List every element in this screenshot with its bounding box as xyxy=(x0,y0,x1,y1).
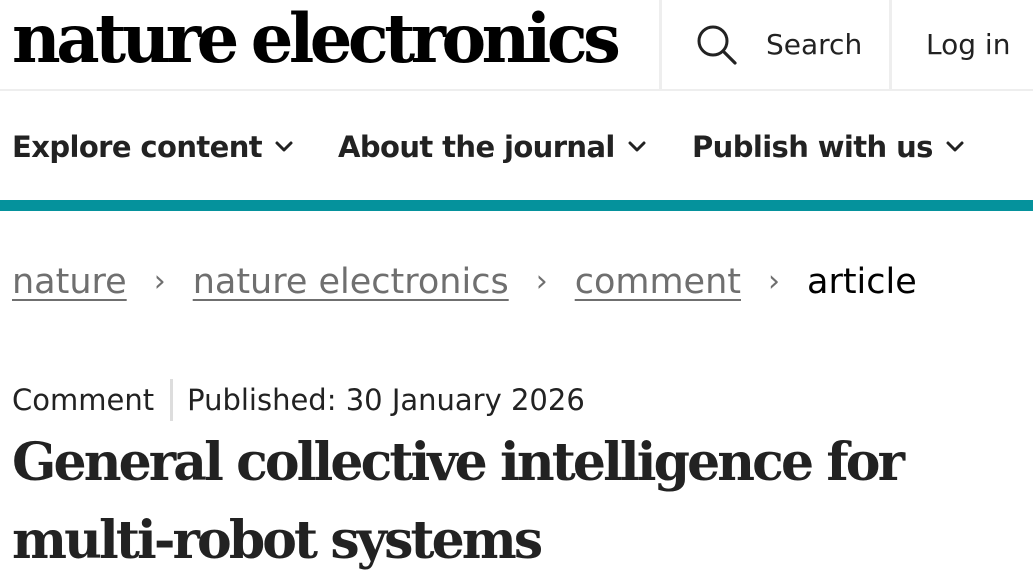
breadcrumb-link-comment[interactable]: comment xyxy=(575,262,741,302)
breadcrumb: nature › nature electronics › comment › … xyxy=(12,258,917,306)
article-type: Comment xyxy=(12,383,155,417)
main-nav: Explore content About the journal Publis… xyxy=(0,93,1033,201)
breadcrumb-current: article xyxy=(807,262,917,302)
nav-accent-bar xyxy=(0,200,1033,211)
login-label: Log in xyxy=(926,28,1011,61)
header-divider xyxy=(889,0,892,91)
nav-about-the-journal[interactable]: About the journal xyxy=(338,130,647,164)
search-label: Search xyxy=(766,28,863,61)
article-title: General collective intelligence for mult… xyxy=(12,424,1022,580)
breadcrumb-link-nature-electronics[interactable]: nature electronics xyxy=(193,262,509,302)
search-button[interactable]: Search xyxy=(663,0,890,89)
login-link[interactable]: Log in xyxy=(893,0,1033,89)
search-icon xyxy=(696,24,738,66)
article-title-line: General collective intelligence for xyxy=(12,432,905,493)
chevron-down-icon xyxy=(627,140,647,154)
breadcrumb-separator: › xyxy=(768,263,780,299)
nav-explore-content[interactable]: Explore content xyxy=(12,130,294,164)
header-divider xyxy=(659,0,662,91)
meta-divider xyxy=(170,379,174,421)
site-header: nature electronics Search Log in xyxy=(0,0,1033,91)
breadcrumb-link-nature[interactable]: nature xyxy=(12,262,127,302)
nav-label: Explore content xyxy=(12,130,263,164)
nav-label: Publish with us xyxy=(692,130,933,164)
article-title-line: multi-robot systems xyxy=(12,510,543,571)
chevron-down-icon xyxy=(945,140,965,154)
chevron-down-icon xyxy=(274,140,294,154)
journal-logo[interactable]: nature electronics xyxy=(12,0,621,82)
nav-publish-with-us[interactable]: Publish with us xyxy=(692,130,965,164)
logo-word-electronics: electronics xyxy=(250,0,621,78)
logo-word-nature: nature xyxy=(12,0,239,78)
breadcrumb-separator: › xyxy=(535,263,548,299)
breadcrumb-separator: › xyxy=(153,263,166,299)
nav-label: About the journal xyxy=(338,130,615,164)
article-meta: Comment Published: 30 January 2026 xyxy=(12,378,585,422)
published-date: Published: 30 January 2026 xyxy=(187,383,585,417)
